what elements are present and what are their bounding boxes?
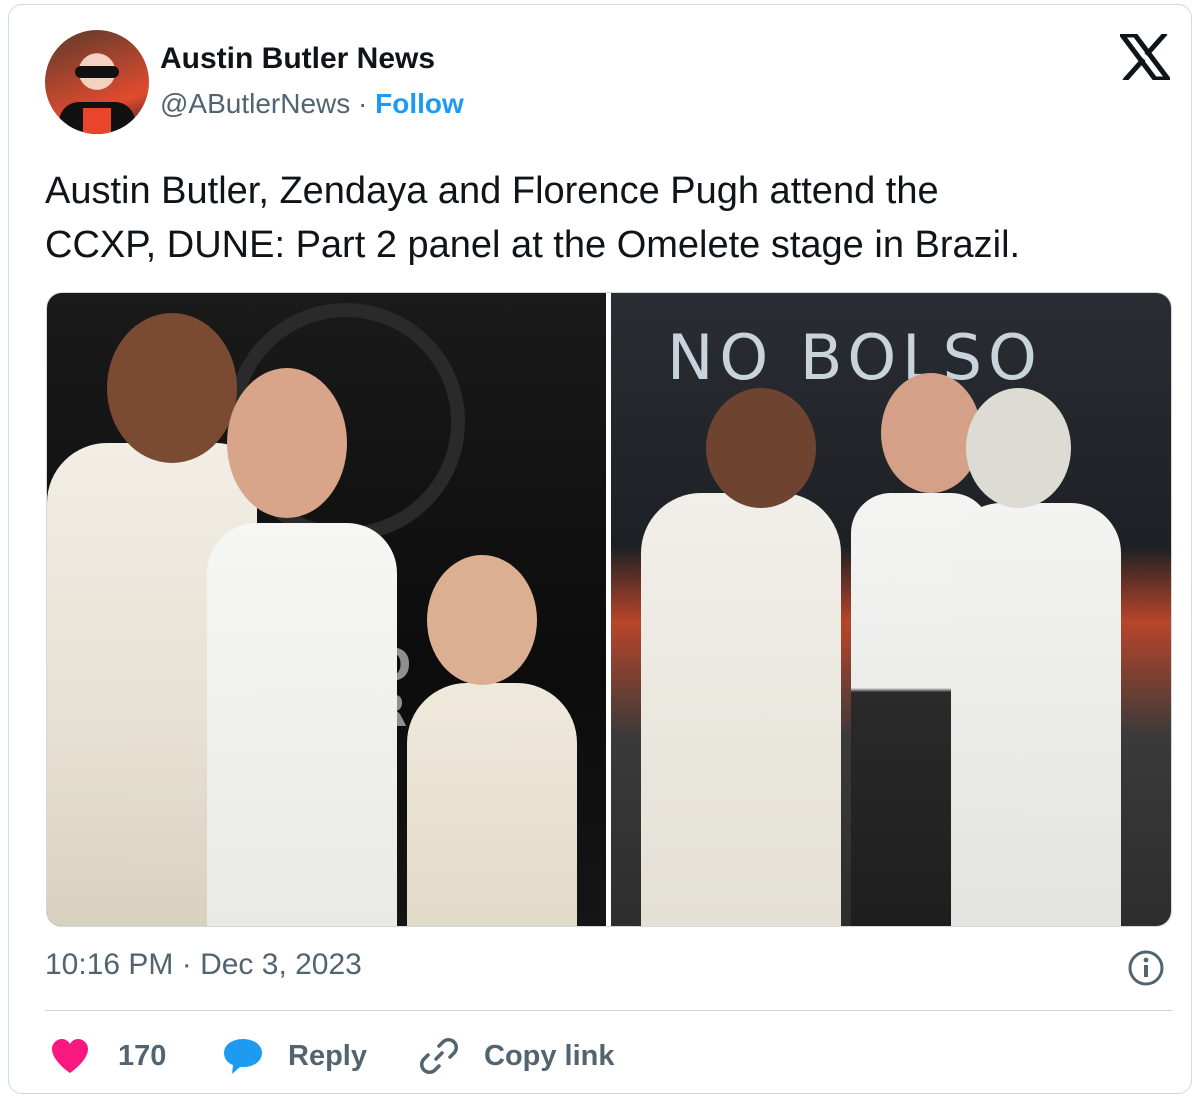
- background-banner-text: NO BOLSO: [667, 321, 1043, 394]
- person-zendaya-head: [107, 313, 237, 463]
- heart-icon: [52, 1039, 88, 1073]
- x-logo-icon[interactable]: [1120, 34, 1170, 80]
- photo-right[interactable]: NO BOLSO: [611, 293, 1171, 926]
- person-florence-head: [427, 555, 537, 685]
- person-zendaya: [641, 493, 841, 926]
- person-zendaya-head: [706, 388, 816, 508]
- handle-separator: ·: [358, 88, 368, 119]
- photo-left[interactable]: NO GR IL: [47, 293, 606, 926]
- actions-divider: [45, 1010, 1173, 1011]
- author-avatar[interactable]: [45, 30, 149, 134]
- author-display-name[interactable]: Austin Butler News: [160, 42, 435, 76]
- reply-label: Reply: [288, 1039, 367, 1072]
- tweet-media[interactable]: NO GR IL NO BOLSO: [46, 292, 1172, 927]
- author-handle-row: @AButlerNews · Follow: [160, 88, 464, 120]
- like-button[interactable]: 170: [50, 1036, 166, 1076]
- person-florence-head: [966, 388, 1071, 508]
- copy-link-button[interactable]: Copy link: [420, 1036, 615, 1076]
- like-count: 170: [118, 1039, 167, 1072]
- copy-link-label: Copy link: [484, 1039, 615, 1072]
- avatar-sunglasses: [75, 66, 119, 78]
- person-austin: [207, 523, 397, 926]
- reply-button[interactable]: Reply: [222, 1036, 367, 1076]
- avatar-shirt: [83, 108, 111, 134]
- author-handle[interactable]: @AButlerNews: [160, 88, 350, 119]
- person-florence: [951, 503, 1121, 926]
- person-florence: [407, 683, 577, 926]
- person-austin-head: [227, 368, 347, 518]
- tweet-timestamp[interactable]: 10:16 PM · Dec 3, 2023: [45, 948, 362, 982]
- link-icon: [420, 1038, 458, 1074]
- tweet-text: Austin Butler, Zendaya and Florence Pugh…: [45, 170, 1021, 266]
- info-icon[interactable]: [1128, 950, 1164, 986]
- reply-bubble-icon: [224, 1039, 262, 1074]
- person-austin-head: [881, 373, 981, 493]
- follow-button[interactable]: Follow: [375, 88, 464, 119]
